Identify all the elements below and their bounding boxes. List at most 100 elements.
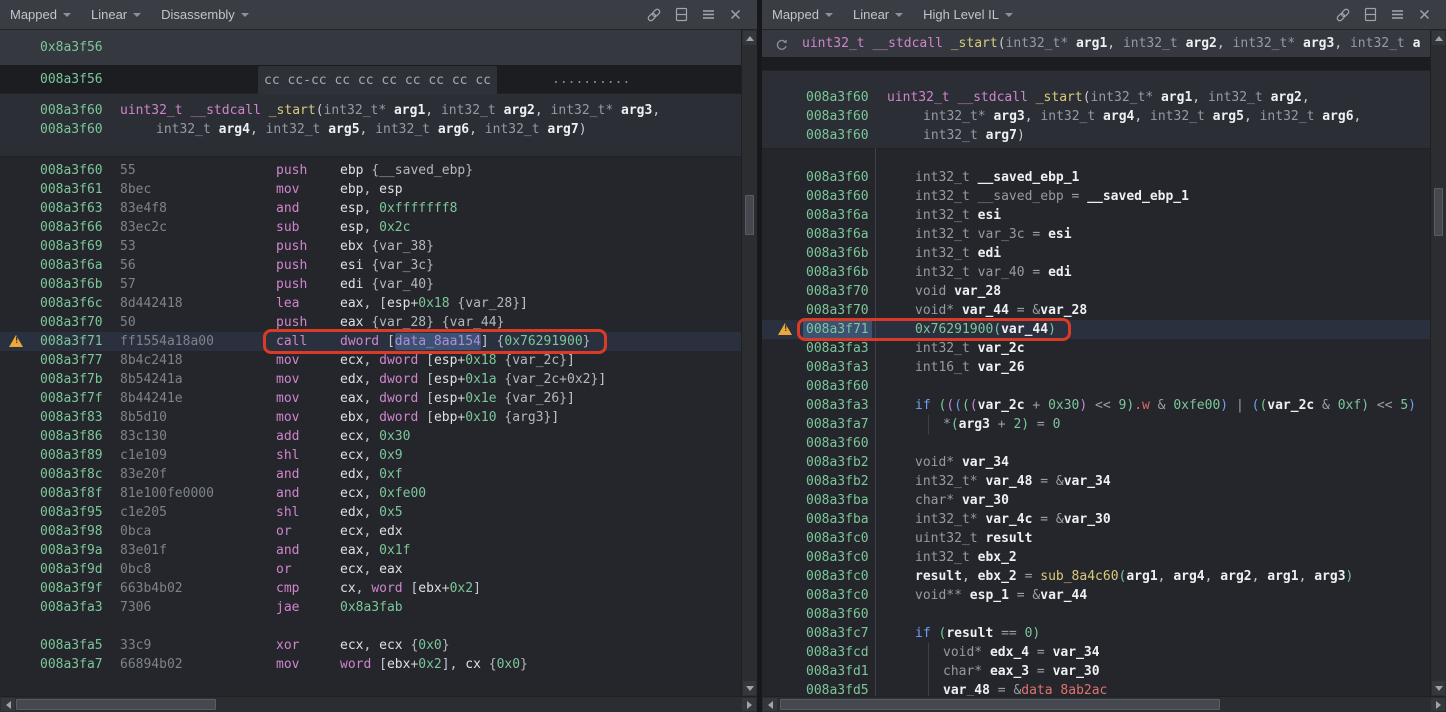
token[interactable]: , <box>363 296 379 311</box>
address[interactable]: 008a3f8c <box>40 465 103 484</box>
token[interactable]: ] <box>520 296 528 311</box>
token[interactable]: , <box>363 410 379 425</box>
instruction-row[interactable]: 008a3f9f663b4b02cmpcx, word [ebx+0x2] <box>0 579 741 598</box>
right-horizontal-scrollbar[interactable] <box>762 696 1446 712</box>
token[interactable]: << <box>1087 398 1118 413</box>
token[interactable]: = <box>1009 303 1032 318</box>
token[interactable]: ebp <box>340 163 363 178</box>
token[interactable]: int32_t <box>915 208 970 223</box>
mnemonic[interactable]: push <box>276 161 307 180</box>
scrollbar-thumb[interactable] <box>1434 188 1443 236</box>
token[interactable]: arg1 <box>1161 90 1192 105</box>
token[interactable]: = <box>1032 474 1055 489</box>
token[interactable]: var_44 <box>962 303 1009 318</box>
address[interactable]: 008a3fcd <box>806 643 869 662</box>
token[interactable]: result <box>915 569 962 584</box>
token[interactable]: cx <box>340 581 356 596</box>
token[interactable]: int32_t* <box>923 109 986 124</box>
hlil-row[interactable]: 008a3f70void var_28 <box>762 282 1430 301</box>
token[interactable]: , <box>1134 109 1150 124</box>
scroll-down-button[interactable] <box>743 681 756 695</box>
token[interactable]: ebx <box>340 410 363 425</box>
token[interactable]: _start <box>951 36 998 51</box>
token[interactable]: , <box>1299 569 1315 584</box>
address[interactable]: 008a3f6c <box>40 294 103 313</box>
address[interactable]: 008a3f63 <box>40 199 103 218</box>
token[interactable]: 0xf <box>379 467 402 482</box>
instruction-row[interactable]: 008a3f89c1e109shlecx, 0x9 <box>0 446 741 465</box>
address[interactable]: 008a3f6b <box>806 263 869 282</box>
token[interactable] <box>970 227 978 242</box>
address[interactable]: 008a3f60 <box>40 101 103 120</box>
instruction-bytes[interactable]: 33c9 <box>120 636 151 655</box>
instruction-bytes[interactable]: 81e100fe0000 <box>120 484 214 503</box>
address[interactable]: 008a3f60 <box>40 120 103 139</box>
token[interactable]: arg2 <box>1271 90 1302 105</box>
token[interactable]: uint32_t <box>802 36 865 51</box>
signature-row[interactable]: 008a3f60int32_t arg7) <box>762 126 1430 145</box>
token[interactable] <box>261 103 269 118</box>
instruction-bytes[interactable]: 0bc8 <box>120 560 151 579</box>
token[interactable]: , <box>363 505 379 520</box>
token[interactable]: [ <box>418 391 434 406</box>
token[interactable]: arg3 <box>1314 569 1345 584</box>
token[interactable]: = <box>990 683 1013 696</box>
token[interactable] <box>1178 36 1186 51</box>
token[interactable]: esi <box>978 208 1001 223</box>
token[interactable] <box>430 122 438 137</box>
token[interactable]: var_48 <box>943 683 990 696</box>
token[interactable]: int32_t <box>915 265 970 280</box>
instruction-bytes[interactable]: 83c130 <box>120 427 167 446</box>
mnemonic[interactable]: mov <box>276 655 299 674</box>
address[interactable]: 008a3f60 <box>806 377 869 396</box>
address[interactable]: 008a3f61 <box>40 180 103 199</box>
address[interactable]: 008a3f89 <box>40 446 103 465</box>
token[interactable]: eax_3 <box>990 664 1029 679</box>
mnemonic[interactable]: and <box>276 465 299 484</box>
token[interactable]: int32_t <box>915 246 970 261</box>
token[interactable]: arg5 <box>328 122 359 137</box>
address[interactable]: 008a3fa5 <box>40 636 103 655</box>
token[interactable] <box>1263 90 1271 105</box>
address[interactable]: 008a3f70 <box>806 282 869 301</box>
hlil-row[interactable]: 008a3fc0void** esp_1 = &var_44 <box>762 586 1430 605</box>
address[interactable]: 008a3fc7 <box>806 624 869 643</box>
token[interactable]: ecx <box>340 562 363 577</box>
token[interactable]: ) <box>1346 569 1354 584</box>
token[interactable]: ) <box>1126 398 1134 413</box>
instruction-row[interactable]: 008a3fa533c9xorecx, ecx {0x0} <box>0 636 741 655</box>
token[interactable]: , <box>1334 36 1350 51</box>
instruction-bytes[interactable]: 57 <box>120 275 136 294</box>
token[interactable]: void** <box>915 588 962 603</box>
token[interactable]: __stdcall <box>190 103 260 118</box>
token[interactable]: result <box>946 626 993 641</box>
token[interactable]: int32_t <box>915 189 970 204</box>
instruction-row[interactable]: 008a3f8c83e20fandedx, 0xf <box>0 465 741 484</box>
instruction-bytes[interactable]: c1e205 <box>120 503 167 522</box>
signature-row[interactable]: 008a3f60uint32_t __stdcall _start(int32_… <box>762 88 1430 107</box>
scroll-down-button[interactable] <box>1432 681 1445 695</box>
instruction-row[interactable]: 008a3f6a56pushesi {var_3c} <box>0 256 741 275</box>
instruction-row[interactable]: 008a3f618becmovebp, esp <box>0 180 741 199</box>
token[interactable]: ebx <box>418 581 441 596</box>
address[interactable]: 008a3fa7 <box>40 655 103 674</box>
token[interactable]: ( <box>993 322 1001 337</box>
token[interactable]: data_8ab2ac <box>1021 683 1107 696</box>
instruction-bytes[interactable]: 8b5d10 <box>120 408 167 427</box>
instruction-row[interactable]: 008a3f7f8b44241emoveax, dword [esp+0x1e … <box>0 389 741 408</box>
instruction-bytes[interactable]: 0bca <box>120 522 151 541</box>
instruction-bytes[interactable]: ff1554a18a00 <box>120 332 214 351</box>
token[interactable]: {var_2c} <box>504 353 567 368</box>
token[interactable]: = <box>1009 588 1032 603</box>
token[interactable]: & <box>1150 398 1173 413</box>
left-horizontal-scrollbar[interactable] <box>0 696 757 712</box>
mnemonic[interactable]: or <box>276 560 292 579</box>
token[interactable]: , <box>363 182 379 197</box>
token[interactable]: << <box>1369 398 1400 413</box>
mnemonic[interactable]: and <box>276 484 299 503</box>
instruction-bytes[interactable]: 83e20f <box>120 465 167 484</box>
token[interactable]: int32_t <box>156 122 211 137</box>
token[interactable]: ] <box>551 410 559 425</box>
token[interactable]: int32_t <box>1123 36 1178 51</box>
instruction-bytes[interactable]: 8d442418 <box>120 294 183 313</box>
